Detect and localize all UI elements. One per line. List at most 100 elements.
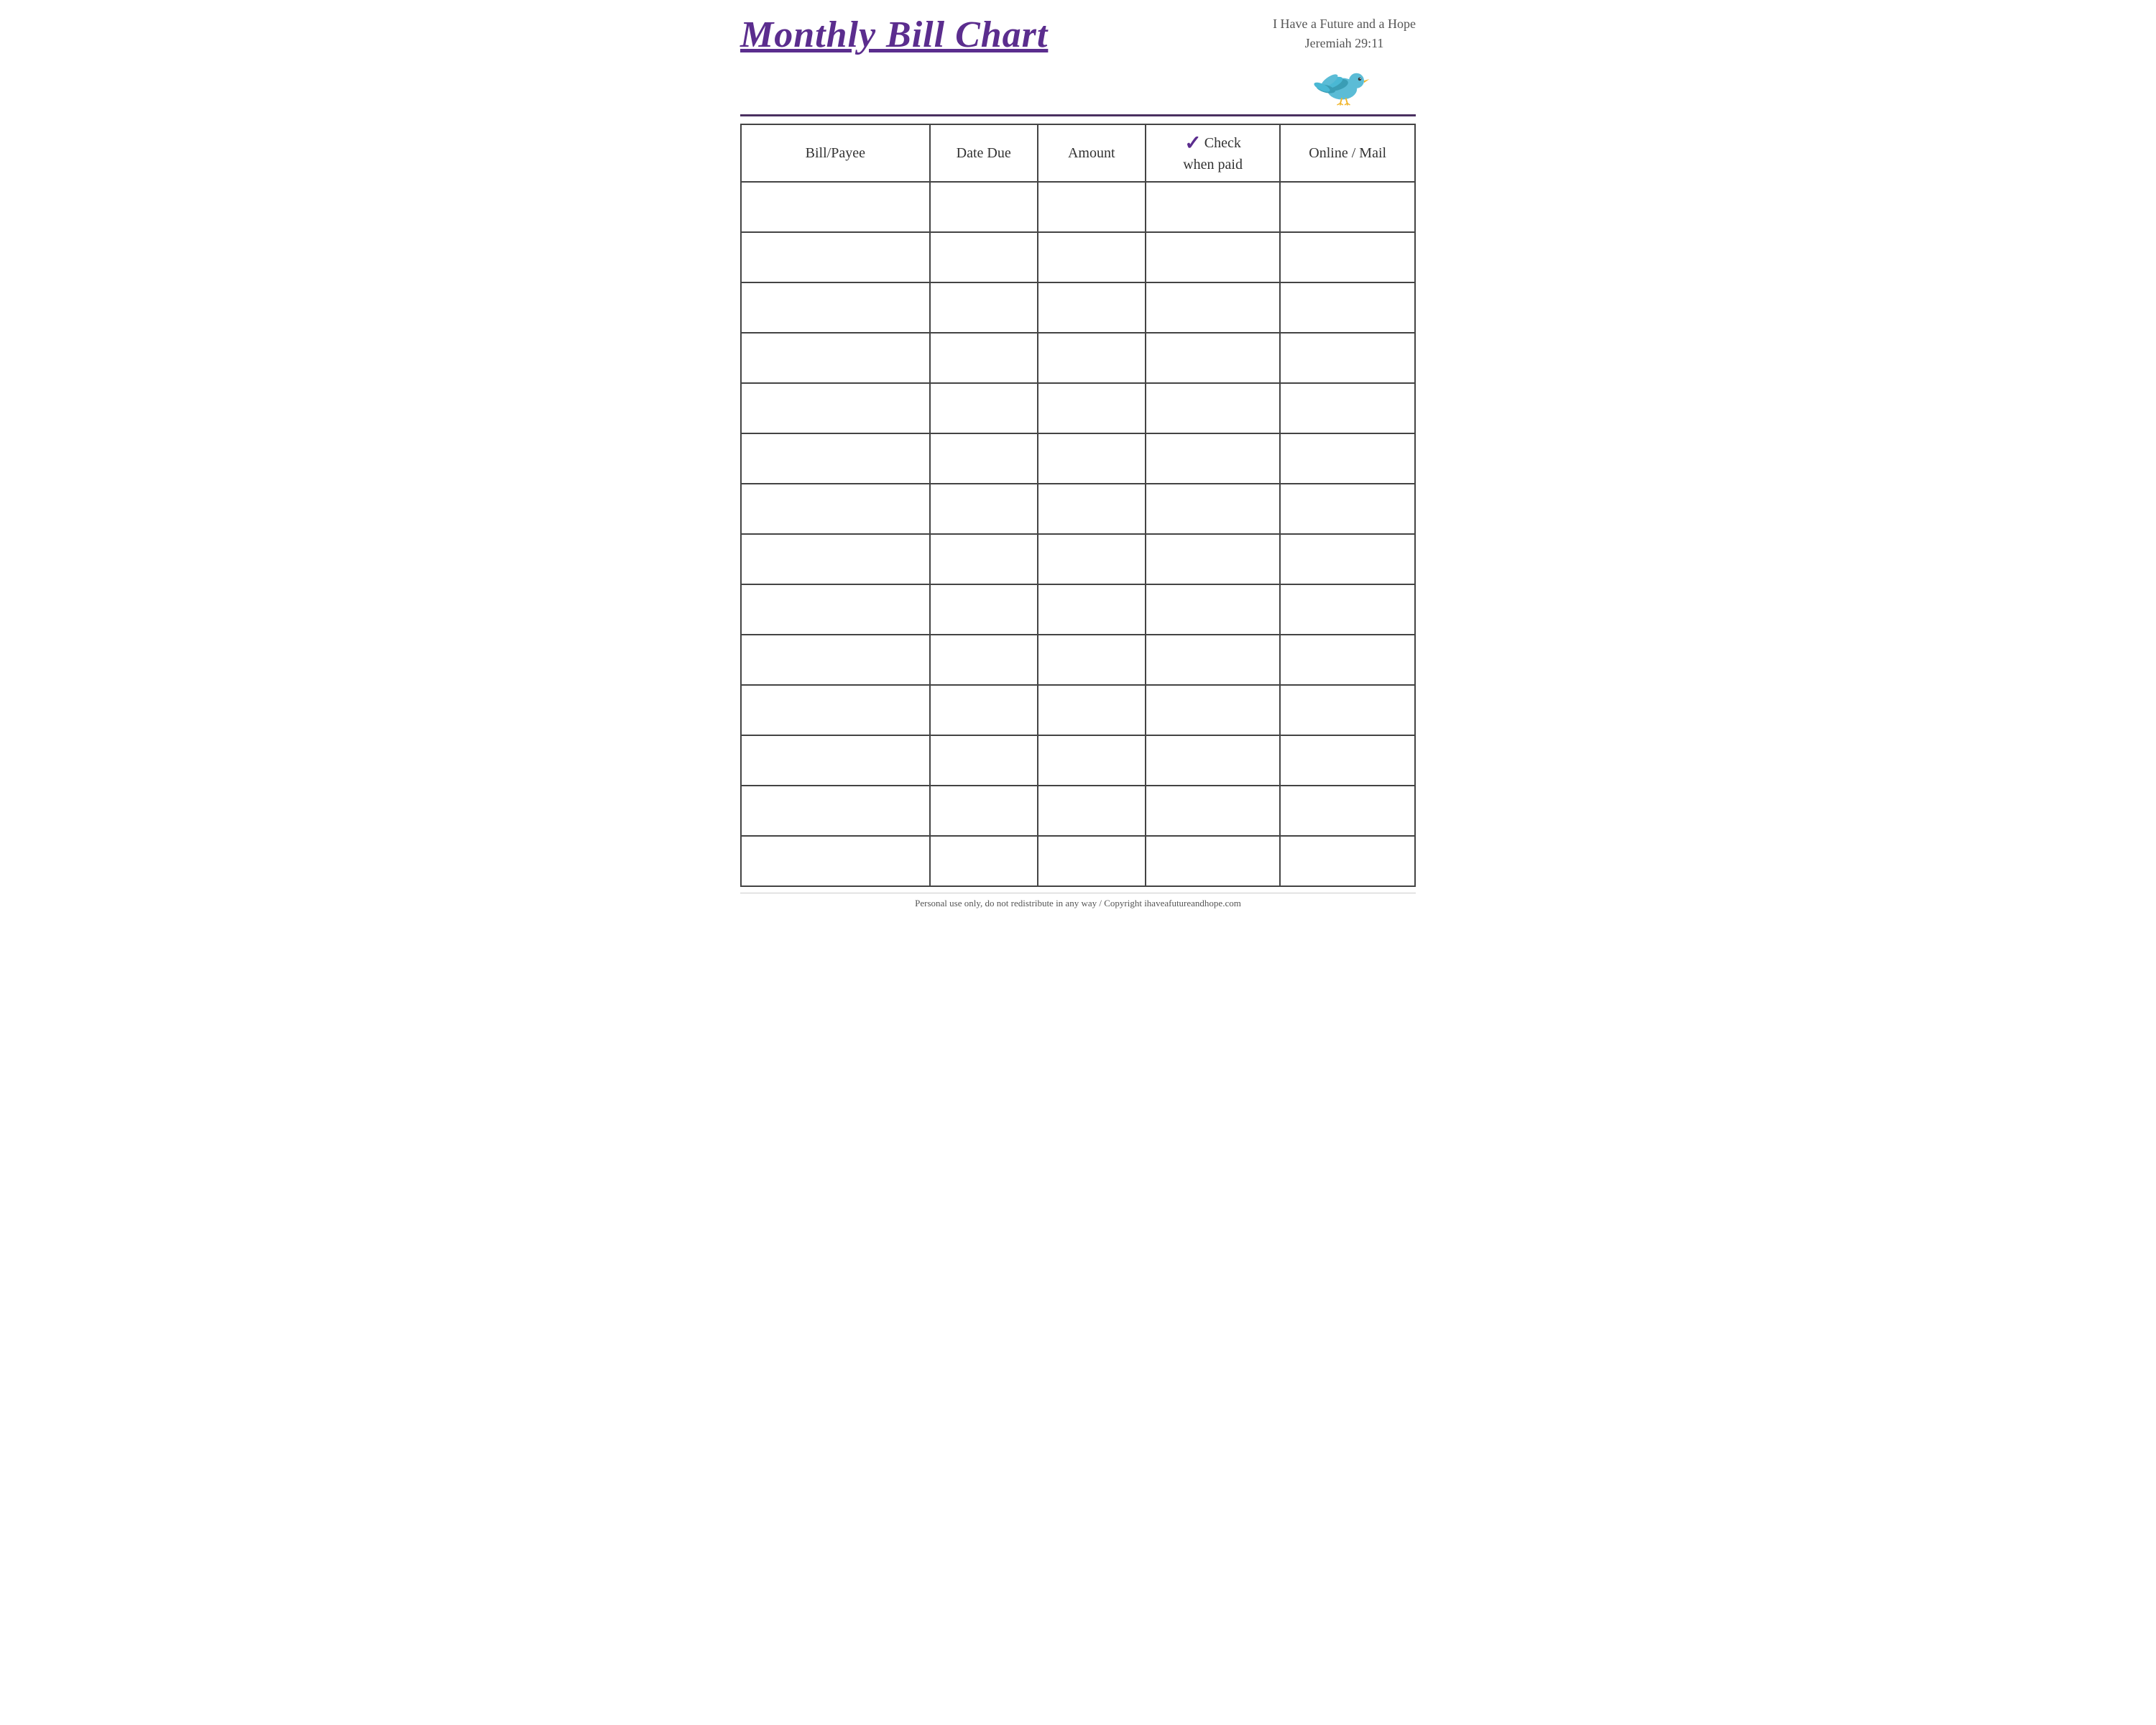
table-cell	[1280, 484, 1415, 534]
table-cell	[1280, 383, 1415, 433]
page-title: Monthly Bill Chart	[740, 14, 1048, 55]
table-cell	[1038, 433, 1146, 484]
table-cell	[1038, 333, 1146, 383]
table-cell	[1038, 232, 1146, 282]
table-cell	[1038, 182, 1146, 232]
col-header-check-when-paid: ✓ Check when paid	[1146, 124, 1281, 182]
table-cell	[1146, 433, 1281, 484]
table-cell	[930, 383, 1038, 433]
table-row	[741, 685, 1415, 735]
table-body	[741, 182, 1415, 886]
table-cell	[1280, 232, 1415, 282]
table-cell	[741, 786, 930, 836]
table-cell	[1280, 282, 1415, 333]
col-header-bill-payee: Bill/Payee	[741, 124, 930, 182]
table-cell	[1280, 333, 1415, 383]
table-cell	[741, 635, 930, 685]
check-header-content: ✓ Check when paid	[1146, 134, 1280, 173]
table-cell	[1280, 182, 1415, 232]
bird-icon	[1312, 58, 1377, 109]
table-row	[741, 182, 1415, 232]
bill-table: Bill/Payee Date Due Amount ✓ Check when …	[740, 124, 1416, 887]
table-cell	[1280, 836, 1415, 886]
table-cell	[930, 333, 1038, 383]
table-cell	[741, 182, 930, 232]
table-cell	[930, 232, 1038, 282]
table-cell	[741, 685, 930, 735]
checkmark-icon: ✓	[1184, 134, 1201, 154]
table-cell	[741, 282, 930, 333]
table-cell	[1038, 836, 1146, 886]
table-cell	[1280, 635, 1415, 685]
table-row	[741, 484, 1415, 534]
table-cell	[930, 786, 1038, 836]
table-cell	[1146, 635, 1281, 685]
table-cell	[1280, 786, 1415, 836]
table-cell	[1146, 534, 1281, 584]
scripture-text: I Have a Future and a Hope Jeremiah 29:1…	[1273, 14, 1416, 53]
table-cell	[1280, 433, 1415, 484]
table-header-row: Bill/Payee Date Due Amount ✓ Check when …	[741, 124, 1415, 182]
table-cell	[1038, 685, 1146, 735]
table-cell	[1038, 484, 1146, 534]
table-cell	[1146, 182, 1281, 232]
table-row	[741, 433, 1415, 484]
table-cell	[1146, 735, 1281, 786]
table-cell	[741, 383, 930, 433]
table-cell	[930, 836, 1038, 886]
table-cell	[1146, 584, 1281, 635]
table-cell	[930, 182, 1038, 232]
col-header-date-due: Date Due	[930, 124, 1038, 182]
table-cell	[741, 232, 930, 282]
table-row	[741, 232, 1415, 282]
table-row	[741, 584, 1415, 635]
table-cell	[741, 735, 930, 786]
table-cell	[1038, 786, 1146, 836]
table-cell	[1280, 584, 1415, 635]
table-cell	[1038, 282, 1146, 333]
table-row	[741, 282, 1415, 333]
table-cell	[1146, 282, 1281, 333]
table-cell	[1280, 534, 1415, 584]
table-cell	[741, 333, 930, 383]
table-cell	[1146, 685, 1281, 735]
table-cell	[1038, 584, 1146, 635]
table-cell	[741, 534, 930, 584]
table-cell	[741, 836, 930, 886]
col-header-online-mail: Online / Mail	[1280, 124, 1415, 182]
col-header-amount: Amount	[1038, 124, 1146, 182]
table-cell	[930, 584, 1038, 635]
table-cell	[930, 433, 1038, 484]
table-row	[741, 786, 1415, 836]
table-row	[741, 735, 1415, 786]
page-header: Monthly Bill Chart I Have a Future and a…	[740, 14, 1416, 116]
table-cell	[1038, 534, 1146, 584]
table-cell	[1038, 383, 1146, 433]
table-cell	[930, 685, 1038, 735]
table-cell	[1146, 786, 1281, 836]
table-cell	[1280, 735, 1415, 786]
table-cell	[1146, 333, 1281, 383]
table-cell	[1280, 685, 1415, 735]
table-row	[741, 383, 1415, 433]
title-area: Monthly Bill Chart	[740, 14, 1048, 55]
header-right: I Have a Future and a Hope Jeremiah 29:1…	[1273, 14, 1416, 109]
table-row	[741, 534, 1415, 584]
table-row	[741, 836, 1415, 886]
table-row	[741, 635, 1415, 685]
table-cell	[930, 484, 1038, 534]
table-row	[741, 333, 1415, 383]
table-cell	[1146, 232, 1281, 282]
table-cell	[741, 433, 930, 484]
table-cell	[1146, 383, 1281, 433]
table-cell	[930, 282, 1038, 333]
table-cell	[930, 635, 1038, 685]
table-cell	[1146, 836, 1281, 886]
table-cell	[741, 584, 930, 635]
table-cell	[1146, 484, 1281, 534]
table-cell	[1038, 735, 1146, 786]
table-cell	[1038, 635, 1146, 685]
bird-container	[1312, 58, 1377, 109]
table-cell	[930, 735, 1038, 786]
table-cell	[741, 484, 930, 534]
